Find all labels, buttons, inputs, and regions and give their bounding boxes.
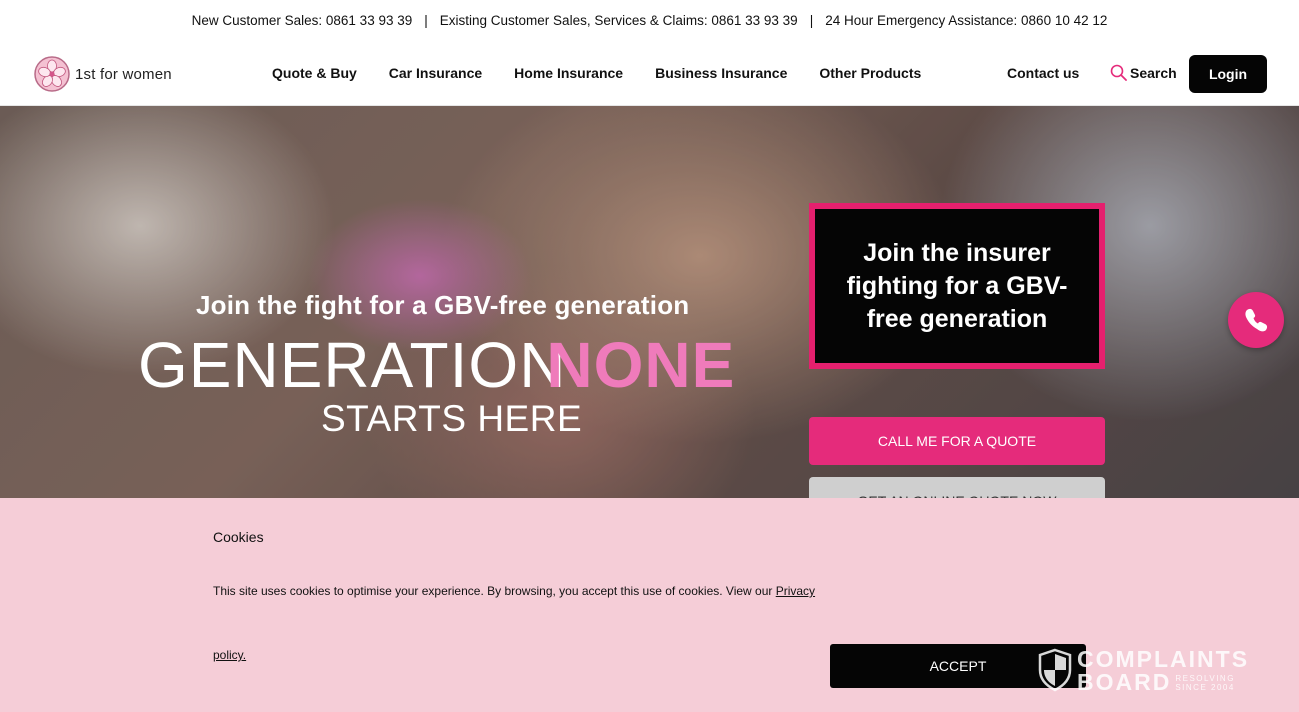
complaints-board-text: COMPLAINTS BOARD RESOLVING SINCE 2004 [1077, 645, 1250, 695]
separator: | [424, 12, 428, 28]
call-me-quote-button[interactable]: CALL ME FOR A QUOTE [809, 417, 1105, 465]
login-button[interactable]: Login [1189, 55, 1267, 93]
cookie-message: This site uses cookies to optimise your … [213, 584, 776, 598]
online-quote-button[interactable]: GET AN ONLINE QUOTE NOW [809, 477, 1105, 498]
nav-business-insurance[interactable]: Business Insurance [655, 65, 787, 81]
search-label: Search [1130, 64, 1177, 81]
call-fab-button[interactable] [1228, 292, 1284, 348]
hero-headline: GENERATIONNONE [138, 330, 735, 400]
complaints-board-tag1: RESOLVING [1175, 673, 1235, 683]
cookie-banner: Cookies This site uses cookies to optimi… [0, 498, 1299, 712]
separator: | [809, 12, 814, 28]
flower-logo-icon [34, 56, 70, 92]
nav-other-products[interactable]: Other Products [819, 65, 921, 81]
logo-text: 1st for women [75, 65, 172, 83]
cookie-text: This site uses cookies to optimise your … [213, 584, 815, 598]
nav-menu: Quote & Buy Car Insurance Home Insurance… [272, 40, 953, 106]
hero-starts-here: STARTS HERE [321, 398, 583, 439]
complaints-board-tag2: SINCE 2004 [1175, 682, 1235, 692]
complaints-board-line2: BOARD [1077, 668, 1172, 695]
hero-subtitle: Join the fight for a GBV-free generation [196, 290, 690, 320]
shield-icon [1038, 648, 1072, 692]
phone-icon [1245, 308, 1268, 332]
existing-customer-sales[interactable]: Existing Customer Sales, Services & Clai… [440, 13, 798, 28]
contact-bar: New Customer Sales: 0861 33 93 39 | Exis… [0, 0, 1299, 40]
privacy-link[interactable]: Privacy [776, 584, 815, 598]
nav-home-insurance[interactable]: Home Insurance [514, 65, 623, 81]
new-customer-sales[interactable]: New Customer Sales: 0861 33 93 39 [192, 13, 413, 28]
search-button[interactable]: Search [1110, 64, 1177, 81]
main-nav: 1st for women Quote & Buy Car Insurance … [0, 40, 1299, 106]
promo-box: Join the insurer fighting for a GBV-free… [809, 203, 1105, 369]
complaints-board-badge[interactable]: COMPLAINTS BOARD RESOLVING SINCE 2004 [1037, 645, 1250, 695]
complaints-board-line1: COMPLAINTS [1077, 645, 1250, 672]
search-icon [1110, 64, 1127, 81]
contact-us-link[interactable]: Contact us [1007, 65, 1079, 81]
emergency-assistance[interactable]: 24 Hour Emergency Assistance: 0860 10 42… [825, 13, 1107, 28]
nav-car-insurance[interactable]: Car Insurance [389, 65, 482, 81]
privacy-link-continued[interactable]: policy. [213, 648, 246, 662]
logo[interactable]: 1st for women [32, 54, 172, 94]
hero-headline-pink: NONE [546, 329, 736, 401]
hero-headline-white: GENERATION [138, 329, 567, 401]
nav-quote-buy[interactable]: Quote & Buy [272, 65, 357, 81]
hero-banner: Join the fight for a GBV-free generation… [0, 106, 1299, 498]
cookie-title: Cookies [213, 529, 264, 545]
